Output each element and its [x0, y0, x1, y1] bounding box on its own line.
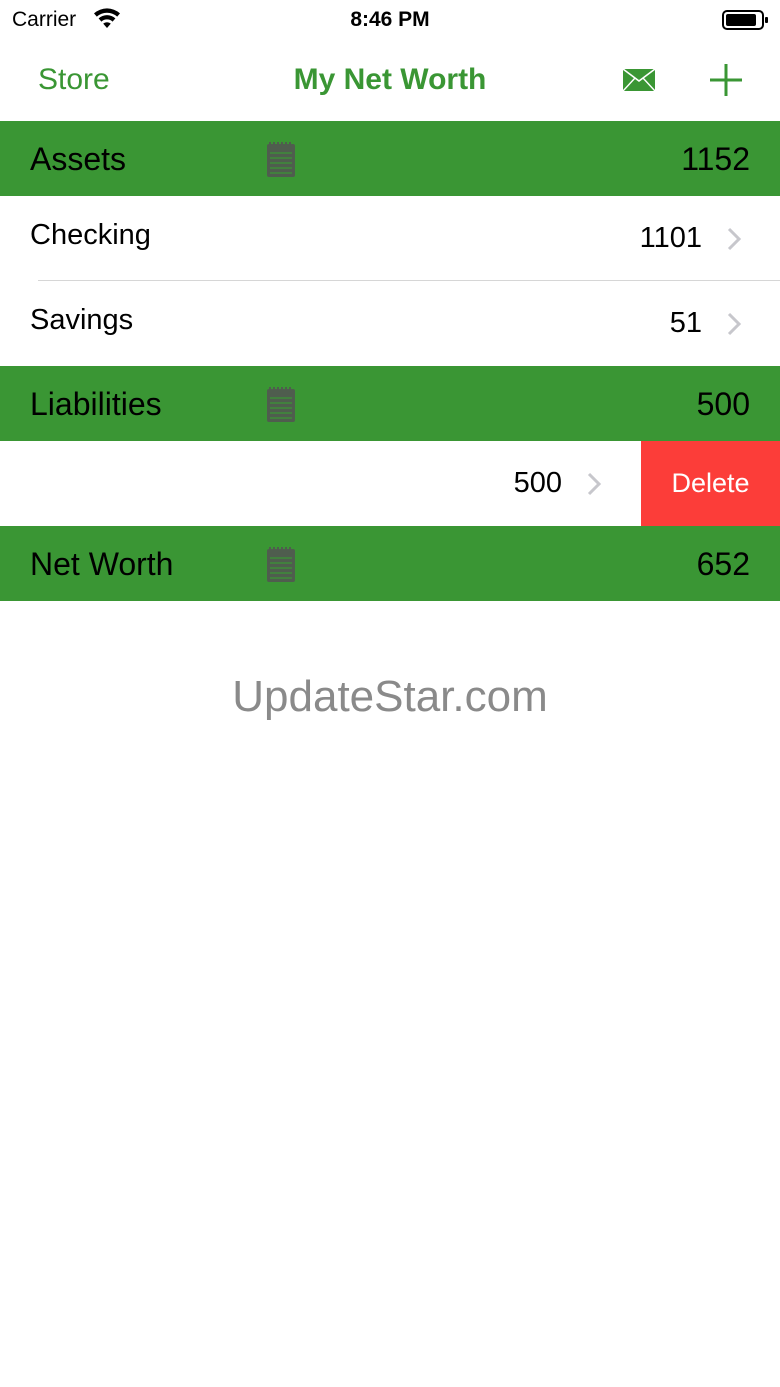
chevron-right-icon	[727, 227, 742, 251]
section-total-net-worth: 652	[696, 546, 750, 582]
mail-icon[interactable]	[622, 68, 656, 92]
row-value: 51	[669, 307, 702, 339]
section-total-assets: 1152	[681, 141, 750, 177]
notepad-icon[interactable]	[266, 545, 296, 583]
chevron-right-icon	[727, 312, 742, 336]
section-title-assets: Assets	[30, 141, 127, 177]
row-value: 500	[513, 467, 562, 499]
list-item-savings[interactable]: Savings 51	[0, 281, 780, 366]
notepad-icon[interactable]	[266, 385, 296, 423]
battery-icon	[722, 10, 768, 30]
section-title-net-worth: Net Worth	[30, 546, 174, 582]
status-time: 8:46 PM	[350, 8, 430, 31]
notepad-icon[interactable]	[266, 140, 296, 178]
page-title: My Net Worth	[293, 63, 487, 96]
delete-button[interactable]: Delete	[641, 441, 780, 526]
watermark: UpdateStar.com	[232, 672, 548, 721]
section-header-liabilities: Liabilities 500	[0, 366, 780, 441]
navigation-bar: Store My Net Worth	[0, 40, 780, 121]
row-label: Checking	[30, 219, 151, 251]
plus-icon[interactable]	[708, 62, 744, 98]
list-item-checking[interactable]: Checking 1101	[0, 196, 780, 281]
section-header-net-worth: Net Worth 652	[0, 526, 780, 601]
list-item-liability[interactable]: 500 Delete	[0, 441, 780, 526]
status-bar: Carrier 8:46 PM	[0, 0, 780, 40]
row-value: 1101	[639, 222, 702, 254]
chevron-right-icon	[587, 472, 602, 496]
row-label: Savings	[30, 304, 134, 336]
section-header-assets: Assets 1152	[0, 121, 780, 196]
section-total-liabilities: 500	[696, 386, 750, 422]
section-title-liabilities: Liabilities	[30, 386, 162, 422]
